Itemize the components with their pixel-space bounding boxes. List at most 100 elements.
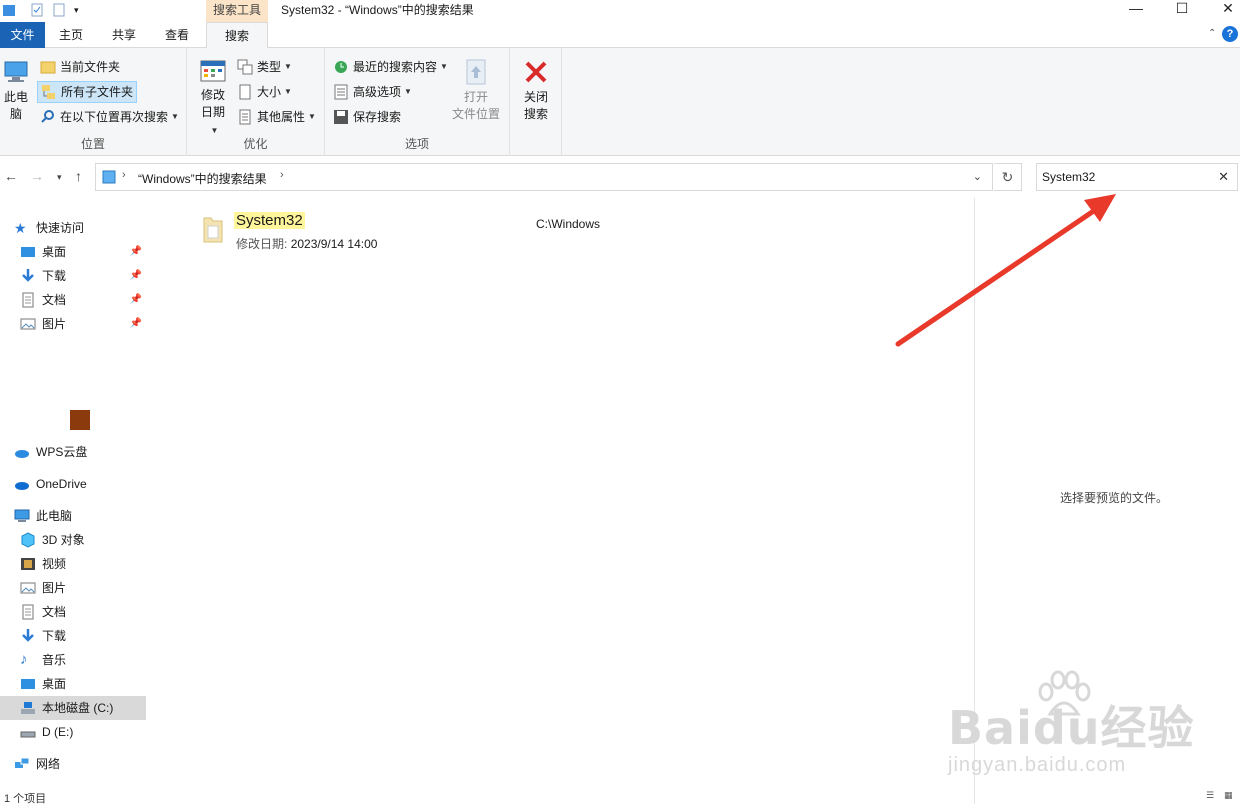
new-folder-icon[interactable] [52,2,66,18]
breadcrumb-chevron-icon: › [280,169,284,181]
pictures-icon [20,582,36,594]
search-input[interactable] [1042,169,1207,185]
nav-qa-documents[interactable]: 文档 📌 [0,288,146,312]
details-view-icon[interactable]: ☰ [1206,790,1214,801]
status-bar: 1 个项目 ☰ ▦ [0,790,1240,804]
chevron-down-icon: ▼ [308,112,316,121]
help-icon[interactable]: ? [1222,26,1238,42]
close-button[interactable]: ✕ [1205,0,1240,22]
properties-icon [239,109,251,125]
tab-home[interactable]: 主页 [50,22,92,48]
clear-search-icon[interactable]: ✕ [1218,169,1229,185]
tab-share[interactable]: 共享 [103,22,145,48]
item-count: 1 个项目 [4,793,47,804]
chevron-down-icon[interactable]: ⌄ [973,170,982,183]
close-group: 关闭 搜索 [510,48,562,156]
cloud-icon [15,450,29,458]
folder-icon [40,61,56,74]
current-folder-button[interactable]: 当前文件夹 [40,56,120,78]
chevron-down-icon: ▼ [210,126,219,135]
breadcrumb[interactable]: “Windows”中的搜索结果 [138,170,267,187]
ribbon-tabs: 文件 主页 共享 查看 搜索 ⌃ ? [0,22,1240,49]
nav-desktop[interactable]: 桌面 [0,672,146,696]
nav-videos[interactable]: 视频 [0,552,146,576]
result-path: C:\Windows [536,217,601,231]
search-again-icon [41,110,54,123]
video-icon [21,558,35,570]
search-again-button[interactable]: 在以下位置再次搜索 ▼ [40,106,179,128]
folder-icon [203,217,223,243]
nav-network[interactable]: 网络 [0,752,146,776]
result-name[interactable]: System32 [234,212,305,229]
large-icons-view-icon[interactable]: ▦ [1224,790,1233,801]
nav-wps-cloud[interactable]: WPS云盘 [0,440,146,464]
open-file-location-button[interactable]: 打开 文件位置 [447,58,505,123]
nav-local-disk-c[interactable]: 本地磁盘 (C:) [0,696,146,720]
advanced-options-button[interactable]: 高级选项 ▼ [333,81,412,103]
app-icon [70,410,90,430]
download-icon [22,269,34,282]
nav-d-drive[interactable]: D (E:) [0,720,146,744]
ribbon: 此电 脑 当前文件夹 所有子文件夹 在以下位置再次搜索 ▼ 位置 修改 日期▼ 类… [0,48,1240,156]
properties-icon[interactable] [30,2,44,18]
nav-downloads[interactable]: 下载 [0,624,146,648]
date-modified-button[interactable]: 修改 日期▼ [197,58,229,139]
refine-group: 修改 日期▼ 类型 ▼ 大小 ▼ 其他属性 ▼ 优化 [187,48,325,156]
forward-arrow-icon[interactable]: → [30,168,44,184]
location-group: 此电 脑 当前文件夹 所有子文件夹 在以下位置再次搜索 ▼ 位置 [0,48,187,156]
computer-icon [14,509,30,522]
drive-icon [21,702,35,714]
document-icon [22,292,34,308]
minimize-button[interactable]: — [1113,0,1159,22]
recent-locations-icon[interactable]: ▾ [57,172,62,183]
nav-quick-access[interactable]: ★ 快速访问 [0,216,146,240]
nav-3d-objects[interactable]: 3D 对象 [0,528,146,552]
refresh-button[interactable]: ↻ [994,163,1022,191]
options-group: 最近的搜索内容 ▼ 高级选项 ▼ 保存搜索 打开 文件位置 选项 [325,48,510,156]
tab-search[interactable]: 搜索 [206,22,268,49]
nav-onedrive[interactable]: OneDrive [0,472,146,496]
pin-icon: 📌 [129,270,142,281]
nav-qa-desktop[interactable]: 桌面 📌 [0,240,146,264]
watermark: Baidu经验 jingyan.baidu.com [948,670,1228,790]
tab-file[interactable]: 文件 [0,22,45,48]
kind-button[interactable]: 类型 ▼ [237,56,292,78]
nav-qa-pictures[interactable]: 图片 📌 [0,312,146,336]
save-search-button[interactable]: 保存搜索 [333,106,401,128]
pin-icon: 📌 [129,246,142,257]
group-label-location: 位置 [80,137,105,151]
desktop-icon [21,247,35,257]
download-icon [22,629,34,642]
all-subfolders-button[interactable]: 所有子文件夹 [37,81,138,103]
size-button[interactable]: 大小 ▼ [237,81,292,103]
cube-icon [21,532,35,548]
nav-pictures[interactable]: 图片 [0,576,146,600]
nav-music[interactable]: ♪ 音乐 [0,648,146,672]
size-icon [239,84,251,100]
desktop-icon [21,679,35,689]
group-label-refine: 优化 [243,137,268,151]
recent-searches-button[interactable]: 最近的搜索内容 ▼ [333,56,448,78]
close-search-button[interactable]: 关闭 搜索 [516,58,556,123]
maximize-button[interactable]: ☐ [1159,0,1205,22]
nav-qa-downloads[interactable]: 下载 📌 [0,264,146,288]
navigation-pane: ★ 快速访问 桌面 📌 下载 📌 文档 📌 图片 📌 WPS云盘 OneDrive 此电… [0,198,148,804]
customize-toolbar-icon[interactable]: ▾ [74,2,88,18]
address-bar[interactable]: › “Windows”中的搜索结果 › ⌄ [95,163,993,191]
chevron-down-icon: ▼ [404,87,412,96]
up-arrow-icon[interactable]: ↑ [75,168,82,184]
advanced-options-icon [334,84,348,100]
search-tools-label: 搜索工具 [206,0,268,22]
refresh-icon: ↻ [1001,169,1014,185]
this-pc-button[interactable]: 此电 脑 [2,58,30,123]
tab-view[interactable]: 查看 [156,22,198,48]
collapse-ribbon-icon[interactable]: ⌃ [1208,28,1216,39]
breadcrumb-chevron-icon: › [122,169,126,181]
nav-this-pc[interactable]: 此电脑 [0,504,146,528]
kind-icon [237,59,253,75]
nav-documents[interactable]: 文档 [0,600,146,624]
preview-message: 选择要预览的文件。 [1060,491,1169,505]
other-properties-button[interactable]: 其他属性 ▼ [237,106,316,128]
back-arrow-icon[interactable]: ← [4,168,18,184]
search-box[interactable]: ✕ [1036,163,1238,191]
